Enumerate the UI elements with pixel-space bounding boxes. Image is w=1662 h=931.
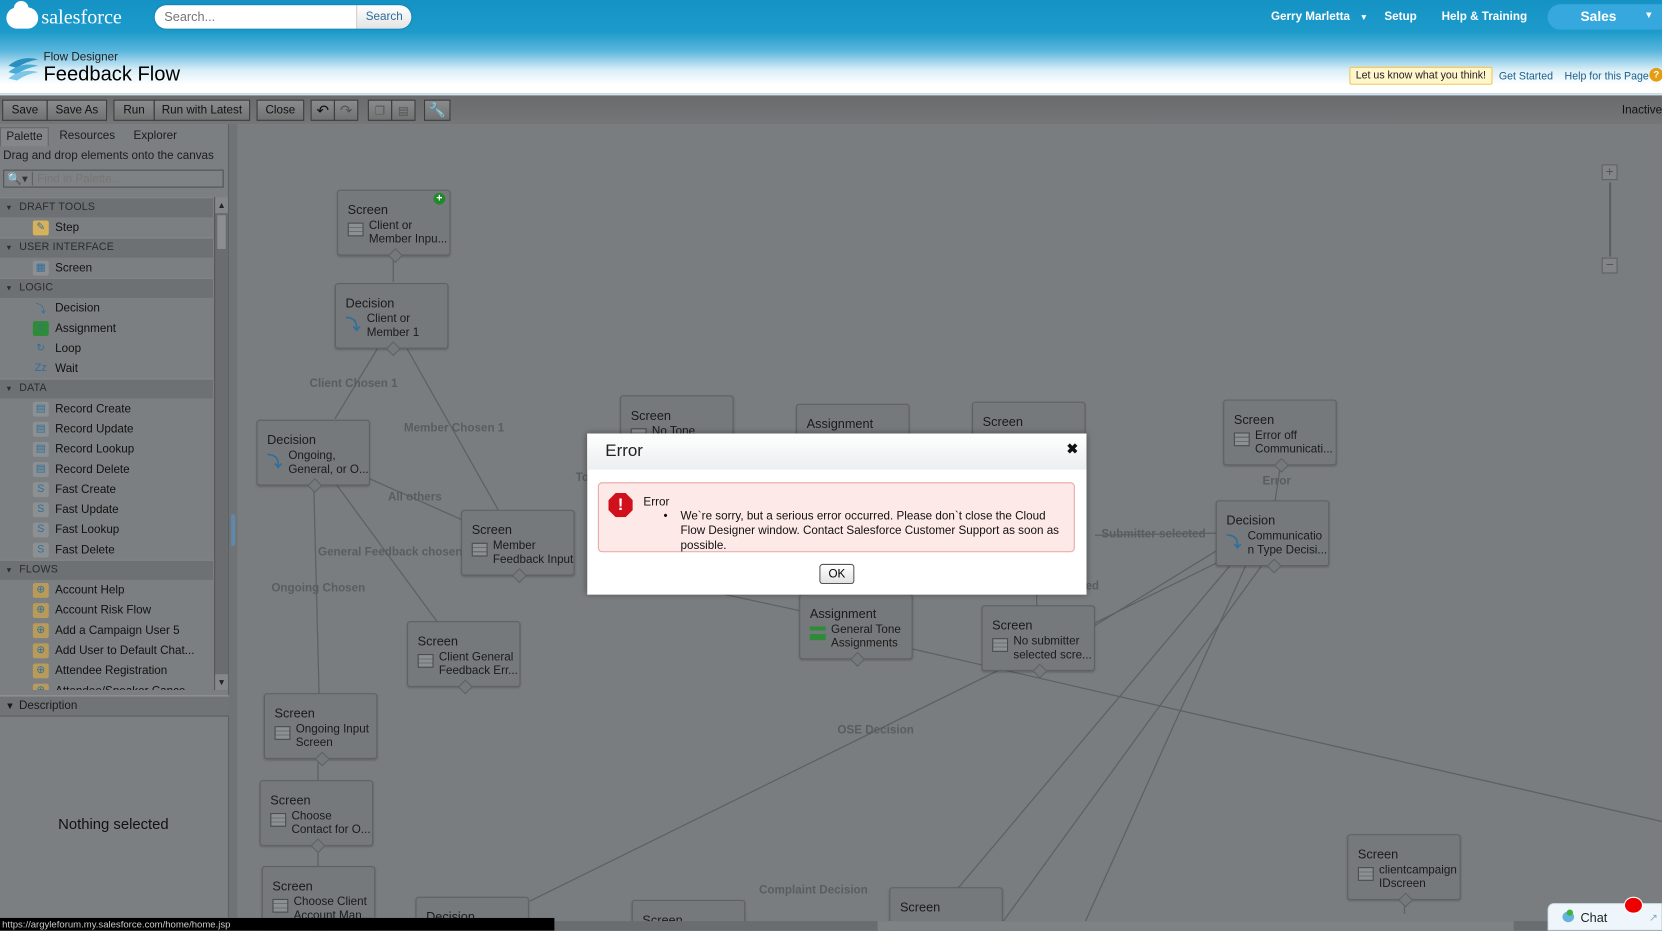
alert-heading: Error: [643, 496, 670, 509]
chat-widget[interactable]: Chat ↗: [1547, 896, 1662, 931]
scroll-thumb[interactable]: [877, 921, 1514, 931]
zoom-in-icon[interactable]: +: [1601, 164, 1618, 181]
screen-node[interactable]: Screen Ongoing Input Screen: [263, 693, 378, 767]
decision-icon: ⤵: [267, 452, 282, 470]
node-type: Screen: [347, 202, 388, 218]
screen-icon: [1233, 432, 1250, 447]
start-icon: +: [433, 192, 446, 205]
node-type: Assignment: [806, 416, 874, 432]
node-type: Screen: [270, 792, 311, 808]
screen-icon: [1357, 867, 1374, 881]
screen-icon: [471, 542, 488, 557]
node-type: Screen: [1233, 412, 1275, 428]
screen-icon: [274, 726, 291, 740]
node-label: Client or Member 1: [366, 312, 420, 339]
presence-icon: [1566, 909, 1574, 916]
screen-node[interactable]: Screen Member Feedback Input: [461, 509, 575, 584]
node-type: Screen: [272, 878, 313, 894]
error-icon: !: [608, 492, 633, 518]
node-type: Screen: [417, 633, 458, 649]
dialog-title: Error: [605, 442, 643, 461]
node-type: Decision: [1226, 513, 1276, 528]
connector-label: OSE Decision: [837, 723, 914, 737]
screen-icon: [272, 898, 289, 913]
node-label: General Tone Assignments: [831, 623, 901, 650]
node-label: Ongoing Input Screen: [295, 722, 370, 749]
node-label: No submitter selected scre...: [1013, 634, 1092, 661]
bullet: •: [663, 509, 668, 523]
node-type: Screen: [274, 705, 315, 721]
node-type: Screen: [471, 522, 513, 538]
connector-label: General Feedback chosen: [317, 545, 463, 559]
close-icon[interactable]: ✖: [1066, 441, 1078, 458]
screen-icon: [417, 654, 434, 668]
node-type: Screen: [899, 899, 941, 915]
connector-label: Member Chosen 1: [403, 421, 505, 435]
connector-label: Client Chosen 1: [309, 377, 398, 391]
node-label: Member Feedback Input: [492, 539, 574, 566]
decision-icon: ⤵: [1226, 533, 1242, 551]
notification-badge-icon: [1623, 896, 1643, 914]
connector-label: Complaint Decision: [758, 884, 868, 897]
zoom-control: + −: [1601, 164, 1619, 276]
screen-node[interactable]: Screen Error off Communicati...: [1223, 399, 1337, 473]
connector-label: All others: [387, 490, 442, 504]
connector-label: Ongoing Chosen: [271, 581, 366, 595]
dialog-header: Error: [587, 433, 1087, 470]
node-type: Assignment: [809, 606, 877, 622]
error-message: We`re sorry, but a serious error occurre…: [680, 509, 1060, 553]
node-type: Decision: [267, 432, 316, 448]
node-type: Decision: [345, 295, 395, 311]
node-type: Screen: [982, 414, 1023, 430]
screen-icon: [347, 222, 364, 237]
screen-node[interactable]: Screen Client General Feedback Err...: [407, 621, 521, 695]
screen-node[interactable]: Screen clientcampaign IDscreen: [1347, 834, 1461, 908]
chat-label: Chat: [1580, 910, 1608, 926]
node-label: Choose Contact for O...: [291, 809, 371, 836]
zoom-slider[interactable]: [1609, 182, 1612, 257]
error-dialog: Error ✖ ! Error • We`re sorry, but a ser…: [587, 433, 1087, 595]
connector-label: Submitter selected: [1101, 527, 1206, 541]
node-type: Screen: [992, 617, 1033, 633]
ok-button[interactable]: OK: [819, 563, 855, 585]
connector-label: Error: [1262, 474, 1291, 488]
zoom-out-icon[interactable]: −: [1601, 257, 1618, 274]
node-label: Communicatio n Type Decisi...: [1247, 530, 1328, 556]
node-label: Client General Feedback Err...: [438, 650, 518, 677]
decision-icon: ⤵: [345, 315, 361, 333]
node-type: Screen: [630, 408, 672, 423]
node-label: Error off Communicati...: [1255, 429, 1333, 456]
node-label: clientcampaign IDscreen: [1379, 863, 1457, 890]
connector-label: ed: [1085, 579, 1100, 593]
app-frame: salesforce Search Gerry Marletta ▼ Setup…: [0, 0, 1662, 931]
decision-node[interactable]: Decision ⤵ Ongoing, General, or O...: [256, 419, 370, 493]
decision-node[interactable]: Decision ⤵ Client or Member 1: [334, 283, 449, 357]
error-alert: ! Error • We`re sorry, but a serious err…: [597, 482, 1075, 553]
screen-node[interactable]: Screen Choose Contact for O...: [259, 780, 374, 854]
assign-icon: [809, 626, 826, 641]
node-label: Ongoing, General, or O...: [288, 449, 369, 476]
screen-icon: [270, 813, 287, 827]
decision-node[interactable]: Decision ⤵ Communicatio n Type Decisi...: [1215, 500, 1330, 574]
popout-icon[interactable]: ↗: [1649, 913, 1658, 925]
screen-node[interactable]: Screen Client or Member Inpu... +: [337, 189, 451, 263]
screen-node[interactable]: Screen No submitter selected scre...: [981, 605, 1095, 679]
status-url: https://argyleforum.my.salesforce.com/ho…: [0, 917, 555, 931]
node-type: Screen: [1357, 846, 1399, 862]
screen-icon: [992, 638, 1009, 652]
assignment-node[interactable]: Assignment General Tone Assignments: [799, 593, 913, 667]
node-label: Client or Member Inpu...: [368, 219, 448, 246]
